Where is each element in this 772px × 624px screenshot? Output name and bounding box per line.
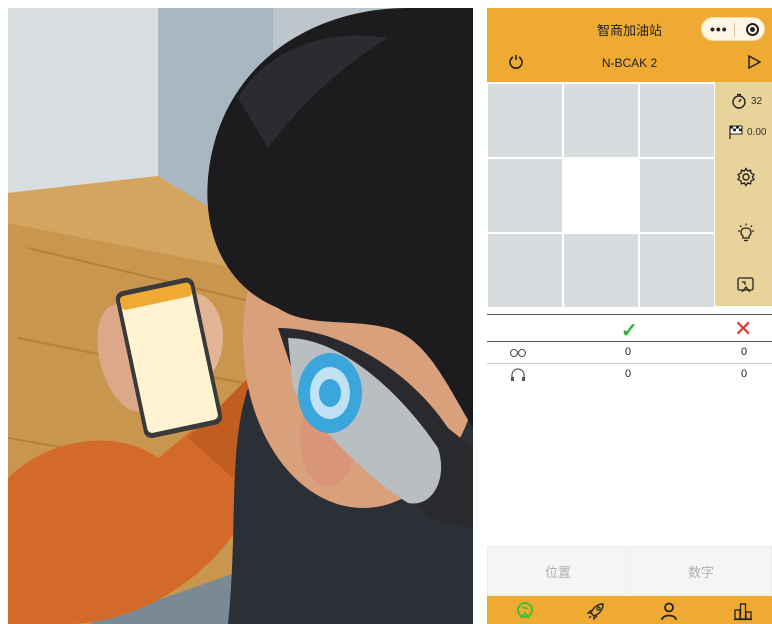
headphones-icon xyxy=(511,368,525,381)
checkered-flag-icon xyxy=(729,125,743,139)
target-circle-icon[interactable] xyxy=(746,23,759,36)
grid-cell xyxy=(488,159,562,232)
grid-cell xyxy=(564,84,638,157)
brain-icon xyxy=(517,602,533,619)
score-value: 0.00 xyxy=(747,126,767,138)
fullscreen-icon xyxy=(737,277,754,293)
position-button-label: 位置 xyxy=(544,564,571,580)
position-button[interactable]: 位置 xyxy=(487,546,629,596)
grid-cell xyxy=(488,234,562,307)
glasses-icon xyxy=(509,348,527,358)
score-row: 0.00 xyxy=(715,122,772,142)
lightbulb-icon xyxy=(738,223,754,242)
screen: 智商加油站 ••• N-BCAK 2 32 0.00 ✓ ✕ 0 0 0 0 位… xyxy=(0,0,772,624)
tab-ranking[interactable] xyxy=(731,599,755,623)
person-icon xyxy=(661,602,677,621)
stopwatch-icon xyxy=(731,93,747,109)
play-icon xyxy=(748,55,761,69)
visual-correct-count: 0 xyxy=(625,346,632,358)
audio-correct-count: 0 xyxy=(625,368,632,380)
grid-cell xyxy=(640,159,714,232)
bottom-tab-bar xyxy=(487,596,772,624)
table-row: 0 0 xyxy=(487,342,772,364)
mini-program-capsule: ••• xyxy=(701,17,765,41)
session-label: N-BCAK 2 xyxy=(601,56,658,70)
stats-sidebar: 32 0.00 xyxy=(715,82,772,306)
wrong-cross-icon: ✕ xyxy=(734,316,753,341)
grid-cell xyxy=(640,84,714,157)
play-button[interactable] xyxy=(744,51,764,73)
tab-brain[interactable] xyxy=(513,599,537,623)
header-bar: 智商加油站 ••• N-BCAK 2 xyxy=(487,8,772,82)
fullscreen-button[interactable] xyxy=(735,274,757,296)
capsule-divider xyxy=(734,23,735,37)
table-row: 0 0 xyxy=(487,364,772,386)
timer-row: 32 xyxy=(715,90,772,112)
grid-cell-active xyxy=(564,159,638,232)
settings-button[interactable] xyxy=(735,166,757,188)
grid-cell xyxy=(640,234,714,307)
gear-icon xyxy=(737,167,755,187)
hint-button[interactable] xyxy=(735,222,757,244)
number-button-label: 数字 xyxy=(687,564,714,580)
rocket-icon xyxy=(586,603,604,621)
timer-value: 32 xyxy=(751,95,763,107)
ranking-icon xyxy=(734,603,752,621)
tab-rocket[interactable] xyxy=(584,599,608,623)
grid-cell xyxy=(564,234,638,307)
score-table-header: ✓ ✕ xyxy=(487,314,772,342)
score-table: ✓ ✕ 0 0 0 0 xyxy=(487,314,772,386)
tab-profile[interactable] xyxy=(657,599,681,623)
game-app-screen: 智商加油站 ••• N-BCAK 2 32 0.00 ✓ ✕ 0 0 0 0 位… xyxy=(487,8,772,624)
correct-check-icon: ✓ xyxy=(621,320,638,342)
photo-person-with-headset xyxy=(8,8,473,624)
more-dots-icon[interactable]: ••• xyxy=(710,21,728,37)
visual-wrong-count: 0 xyxy=(741,346,748,358)
grid-cell xyxy=(488,84,562,157)
position-grid xyxy=(487,82,715,307)
audio-wrong-count: 0 xyxy=(741,368,748,380)
answer-buttons: 位置 数字 xyxy=(487,546,772,596)
number-button[interactable]: 数字 xyxy=(630,546,772,596)
photo-illustration xyxy=(8,8,473,624)
